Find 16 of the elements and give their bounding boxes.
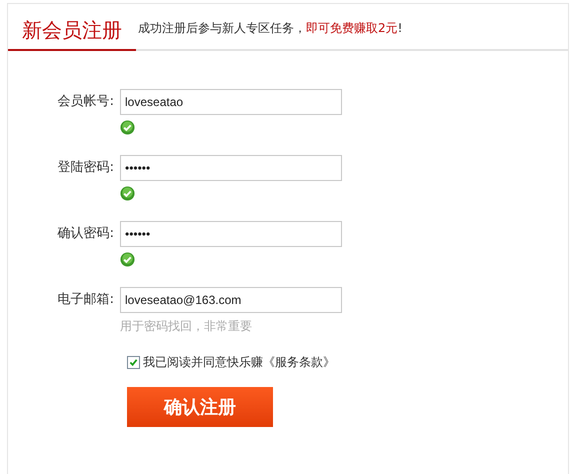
- page-title: 新会员注册: [8, 20, 136, 51]
- promo-highlight: 即可免费赚取2元: [306, 21, 398, 35]
- promo-text: 成功注册后参与新人专区任务，: [138, 21, 306, 35]
- field-label: 电子邮箱:: [56, 291, 115, 309]
- hint-text: 用于密码找回，非常重要: [120, 318, 253, 335]
- input-field[interactable]: loveseatao@163.com: [120, 287, 342, 313]
- field-label: 确认密码:: [56, 225, 115, 243]
- field-label: 登陆密码:: [56, 159, 115, 177]
- checkbox[interactable]: [127, 356, 140, 368]
- register-button[interactable]: 确认注册: [127, 387, 273, 427]
- input-field[interactable]: loveseatao: [120, 89, 342, 115]
- agreement-text: 我已阅读并同意快乐赚《服务条款》: [143, 354, 335, 371]
- promo-text: !: [398, 21, 402, 35]
- field-label: 会员帐号:: [56, 93, 115, 111]
- input-field[interactable]: ••••••: [120, 155, 342, 181]
- input-field[interactable]: ••••••: [120, 221, 342, 247]
